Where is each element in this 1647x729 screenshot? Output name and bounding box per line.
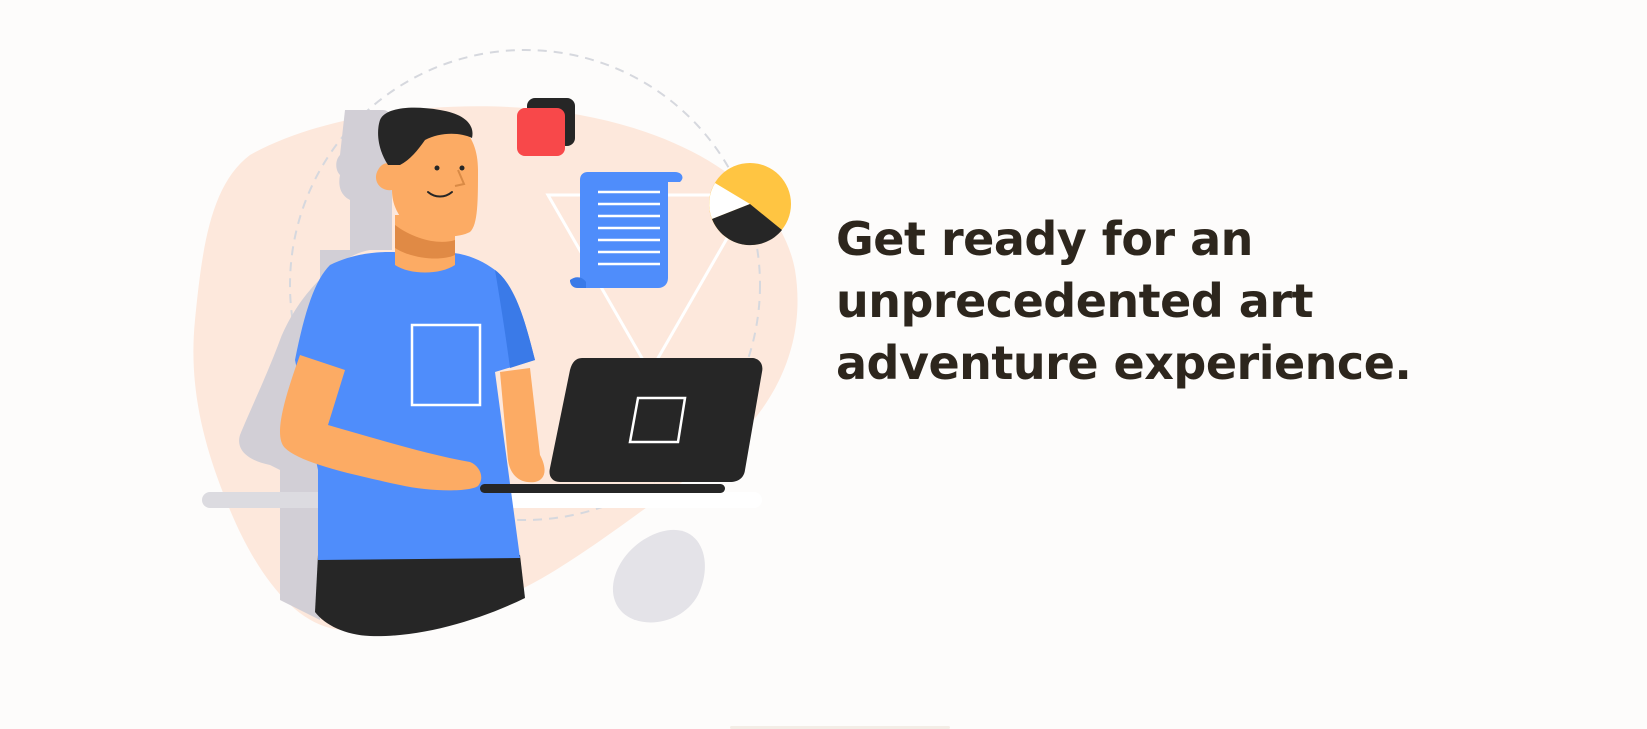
hero-illustration <box>0 0 820 729</box>
person-eye-right <box>459 165 465 171</box>
document-lines <box>598 190 660 266</box>
person-pants <box>315 555 525 637</box>
laptop-icon <box>549 358 763 482</box>
hero-section: Get ready for an unprecedented art adven… <box>0 0 1647 729</box>
person-eye-left <box>434 165 440 171</box>
headline-line-1: Get ready for an <box>836 212 1253 266</box>
headline-line-3: adventure experience. <box>836 336 1412 390</box>
hero-headline: Get ready for an unprecedented art adven… <box>836 208 1616 394</box>
pie-chart-icon <box>709 163 791 246</box>
document-scroll-icon <box>570 172 683 288</box>
grey-blob <box>612 529 705 623</box>
laptop-base <box>480 484 725 493</box>
headline-line-2: unprecedented art <box>836 274 1314 328</box>
red-square-icon <box>517 108 565 156</box>
